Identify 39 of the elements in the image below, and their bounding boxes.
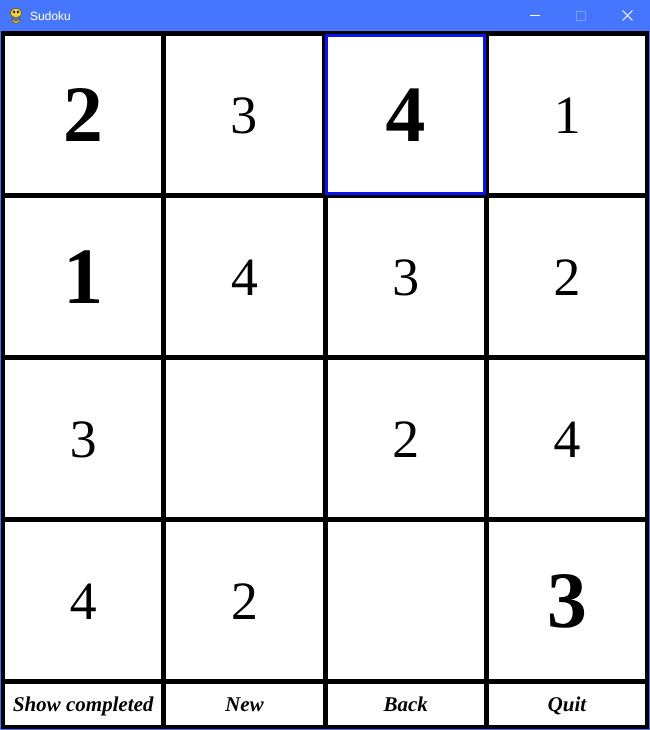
menu-button[interactable]: New xyxy=(166,684,322,725)
board-cell[interactable]: 2 xyxy=(488,198,645,355)
board-cell[interactable]: 3 xyxy=(328,198,484,355)
cell-number: 3 xyxy=(70,412,97,466)
cell-number: 3 xyxy=(392,250,420,304)
maximize-icon xyxy=(576,10,586,20)
cell-number: 1 xyxy=(63,236,104,316)
cell-number: 4 xyxy=(553,412,580,466)
menu-button[interactable]: Back xyxy=(328,684,484,725)
board-cell[interactable]: 4 xyxy=(324,34,486,195)
minimize-icon xyxy=(530,15,540,16)
board-cell[interactable]: 3 xyxy=(166,36,322,193)
board-cell[interactable] xyxy=(328,522,484,679)
board-cell[interactable]: 4 xyxy=(166,198,322,355)
cell-number: 3 xyxy=(230,88,258,142)
cell-number: 4 xyxy=(230,250,258,304)
board-cell[interactable]: 2 xyxy=(328,360,484,517)
board-cell[interactable]: 2 xyxy=(166,522,322,679)
cell-number: 2 xyxy=(392,412,420,466)
board-cell[interactable]: 2 xyxy=(5,36,161,193)
snake-icon xyxy=(9,8,23,24)
board-cell[interactable]: 3 xyxy=(488,522,645,679)
window-title: Sudoku xyxy=(30,8,71,24)
board-cell[interactable]: 4 xyxy=(488,360,645,517)
cell-number: 4 xyxy=(70,574,97,628)
cell-number: 2 xyxy=(553,250,580,304)
cell-number: 2 xyxy=(230,574,258,628)
menu-button[interactable]: Quit xyxy=(488,684,645,725)
cell-number: 4 xyxy=(385,74,426,154)
board-cell[interactable] xyxy=(166,360,322,517)
cell-number: 3 xyxy=(546,560,587,640)
cell-number: 2 xyxy=(62,74,103,154)
menu-button[interactable]: Show completed xyxy=(5,684,162,725)
board-cell[interactable]: 1 xyxy=(5,198,162,355)
close-icon xyxy=(622,10,632,21)
board-cell[interactable]: 3 xyxy=(5,360,162,517)
board-cell[interactable]: 1 xyxy=(489,36,645,193)
board-cell[interactable]: 4 xyxy=(5,522,162,679)
cell-number: 1 xyxy=(554,88,581,142)
